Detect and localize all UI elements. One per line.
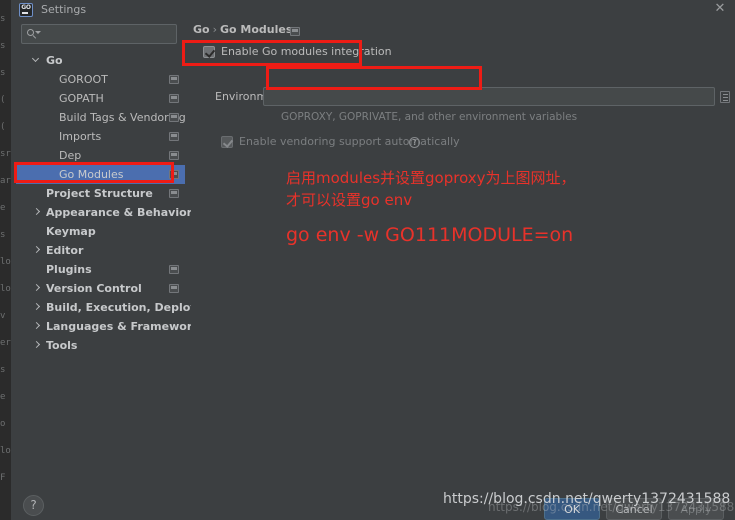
search-icon — [27, 29, 41, 41]
dialog-footer: ? OK Cancel Apply — [11, 490, 735, 520]
goland-go-icon: GO — [19, 3, 33, 17]
chevron-right-icon[interactable] — [32, 321, 42, 331]
settings-tree: Go GOROOT GOPATH Build Tags & Vendoring Impo… — [16, 51, 229, 355]
background-text-fragment: ar — [0, 176, 11, 186]
background-text-fragment: lo — [0, 284, 11, 294]
sidebar-item-appearance-behavior[interactable]: Appearance & Behavior — [16, 203, 192, 222]
sidebar-item-keymap[interactable]: Keymap — [16, 222, 185, 241]
sidebar-item-tools[interactable]: Tools — [16, 336, 185, 355]
breadcrumb-scope-icon[interactable] — [290, 27, 300, 36]
sidebar-item-goroot[interactable]: GOROOT — [16, 70, 185, 89]
environment-hint: GOPROXY, GOPRIVATE, and other environmen… — [281, 111, 578, 123]
background-text-fragment: lo — [0, 446, 11, 456]
background-text-fragment: er — [0, 338, 11, 348]
background-text-fragment: e — [0, 203, 6, 213]
breadcrumb-current: Go Modules — [220, 23, 293, 36]
settings-dialog: GO Settings ✕ Go GOROOT GOPATH Build Tags &… — [11, 0, 735, 520]
background-text-fragment: sr — [0, 149, 11, 159]
annotation-line-2: 才可以设置go env — [286, 191, 413, 209]
sidebar-item-label: Appearance & Behavior — [46, 206, 193, 219]
background-text-fragment: s — [0, 230, 6, 240]
question-mark-icon[interactable]: ? — [409, 137, 420, 148]
scope-settings-icon[interactable] — [169, 284, 179, 293]
enable-vendoring-label: Enable vendoring support automatically — [239, 135, 460, 148]
sidebar-item-label: Go — [46, 54, 63, 67]
background-text-fragment: F — [0, 473, 6, 483]
close-icon[interactable]: ✕ — [713, 2, 727, 16]
go-modules-panel: Go › Go Modules Enable Go modules integrat… — [191, 19, 735, 490]
background-ide-strip: s s s ( ( sr ar e s lo lo v er s e o lo F — [0, 0, 11, 520]
scope-settings-icon[interactable] — [169, 170, 179, 179]
scope-settings-icon[interactable] — [169, 75, 179, 84]
sidebar-item-plugins[interactable]: Plugins — [16, 260, 185, 279]
sidebar-item-dep[interactable]: Dep — [16, 146, 185, 165]
sidebar-item-label: Languages & Frameworks — [46, 320, 207, 333]
dialog-title: Settings — [41, 3, 87, 16]
breadcrumb: Go › Go Modules — [193, 23, 292, 36]
search-input[interactable] — [21, 24, 177, 44]
sidebar-item-label: Editor — [46, 244, 84, 257]
apply-button[interactable]: Apply — [668, 498, 724, 520]
sidebar-item-label: Project Structure — [46, 187, 153, 200]
background-text-fragment: s — [0, 14, 6, 24]
settings-dialog-screenshot: s s s ( ( sr ar e s lo lo v er s e o lo F GO Settings ✕ G… — [0, 0, 735, 520]
sidebar-item-label: Plugins — [46, 263, 92, 276]
sidebar-item-imports[interactable]: Imports — [16, 127, 185, 146]
sidebar-item-go[interactable]: Go — [16, 51, 185, 70]
sidebar-item-label: Version Control — [46, 282, 142, 295]
sidebar-item-label: Imports — [59, 130, 102, 143]
background-text-fragment: v — [0, 311, 6, 321]
sidebar-item-label: GOROOT — [59, 73, 108, 86]
help-button[interactable]: ? — [23, 495, 44, 516]
chevron-right-icon[interactable] — [32, 302, 42, 312]
enable-go-modules-checkbox[interactable] — [203, 46, 216, 58]
sidebar-item-build-execution-deployment[interactable]: Build, Execution, Deployment — [16, 298, 229, 317]
enable-go-modules-label: Enable Go modules integration — [221, 45, 392, 58]
background-text-fragment: e — [0, 392, 6, 402]
environment-expand-icon[interactable] — [720, 91, 730, 103]
chevron-right-icon[interactable] — [32, 340, 42, 350]
scope-settings-icon[interactable] — [169, 265, 179, 274]
sidebar-item-editor[interactable]: Editor — [16, 241, 185, 260]
background-text-fragment: s — [0, 68, 6, 78]
chevron-down-icon[interactable] — [31, 54, 42, 65]
sidebar-item-gopath[interactable]: GOPATH — [16, 89, 185, 108]
background-text-fragment: ( — [0, 122, 6, 132]
environment-input[interactable] — [263, 87, 715, 106]
background-text-fragment: o — [0, 419, 6, 429]
background-text-fragment: ( — [0, 95, 6, 105]
settings-tree-panel: Go GOROOT GOPATH Build Tags & Vendoring Impo… — [16, 19, 229, 490]
sidebar-item-label: Go Modules — [59, 168, 124, 181]
sidebar-item-languages-frameworks[interactable]: Languages & Frameworks — [16, 317, 206, 336]
sidebar-item-build-tags-vendoring[interactable]: Build Tags & Vendoring — [16, 108, 186, 127]
sidebar-item-version-control[interactable]: Version Control — [16, 279, 185, 298]
chevron-right-icon[interactable] — [32, 283, 42, 293]
sidebar-item-go-modules[interactable]: Go Modules — [16, 165, 185, 184]
sidebar-item-project-structure[interactable]: Project Structure — [16, 184, 185, 203]
background-text-fragment: lo — [0, 257, 11, 267]
sidebar-item-label: GOPATH — [59, 92, 104, 105]
sidebar-item-label: Keymap — [46, 225, 96, 238]
ok-button[interactable]: OK — [544, 498, 600, 520]
scope-settings-icon[interactable] — [169, 189, 179, 198]
background-text-fragment: s — [0, 41, 6, 51]
annotation-command: go env -w GO111MODULE=on — [286, 224, 574, 246]
chevron-right-icon[interactable] — [32, 207, 42, 217]
scope-settings-icon[interactable] — [169, 113, 179, 122]
annotation-line-1: 启用modules并设置goproxy为上图网址， — [286, 169, 576, 187]
dialog-titlebar: GO Settings ✕ — [11, 0, 735, 19]
scope-settings-icon[interactable] — [169, 132, 179, 141]
cancel-button[interactable]: Cancel — [606, 498, 662, 520]
sidebar-item-label: Build Tags & Vendoring — [59, 111, 186, 124]
chevron-right-icon[interactable] — [32, 245, 42, 255]
scope-settings-icon[interactable] — [169, 151, 179, 160]
sidebar-item-label: Tools — [46, 339, 78, 352]
breadcrumb-separator: › — [212, 23, 217, 36]
enable-vendoring-checkbox[interactable] — [221, 136, 234, 148]
breadcrumb-root[interactable]: Go — [193, 23, 210, 36]
sidebar-item-label: Dep — [59, 149, 82, 162]
scope-settings-icon[interactable] — [169, 94, 179, 103]
background-text-fragment: s — [0, 365, 6, 375]
